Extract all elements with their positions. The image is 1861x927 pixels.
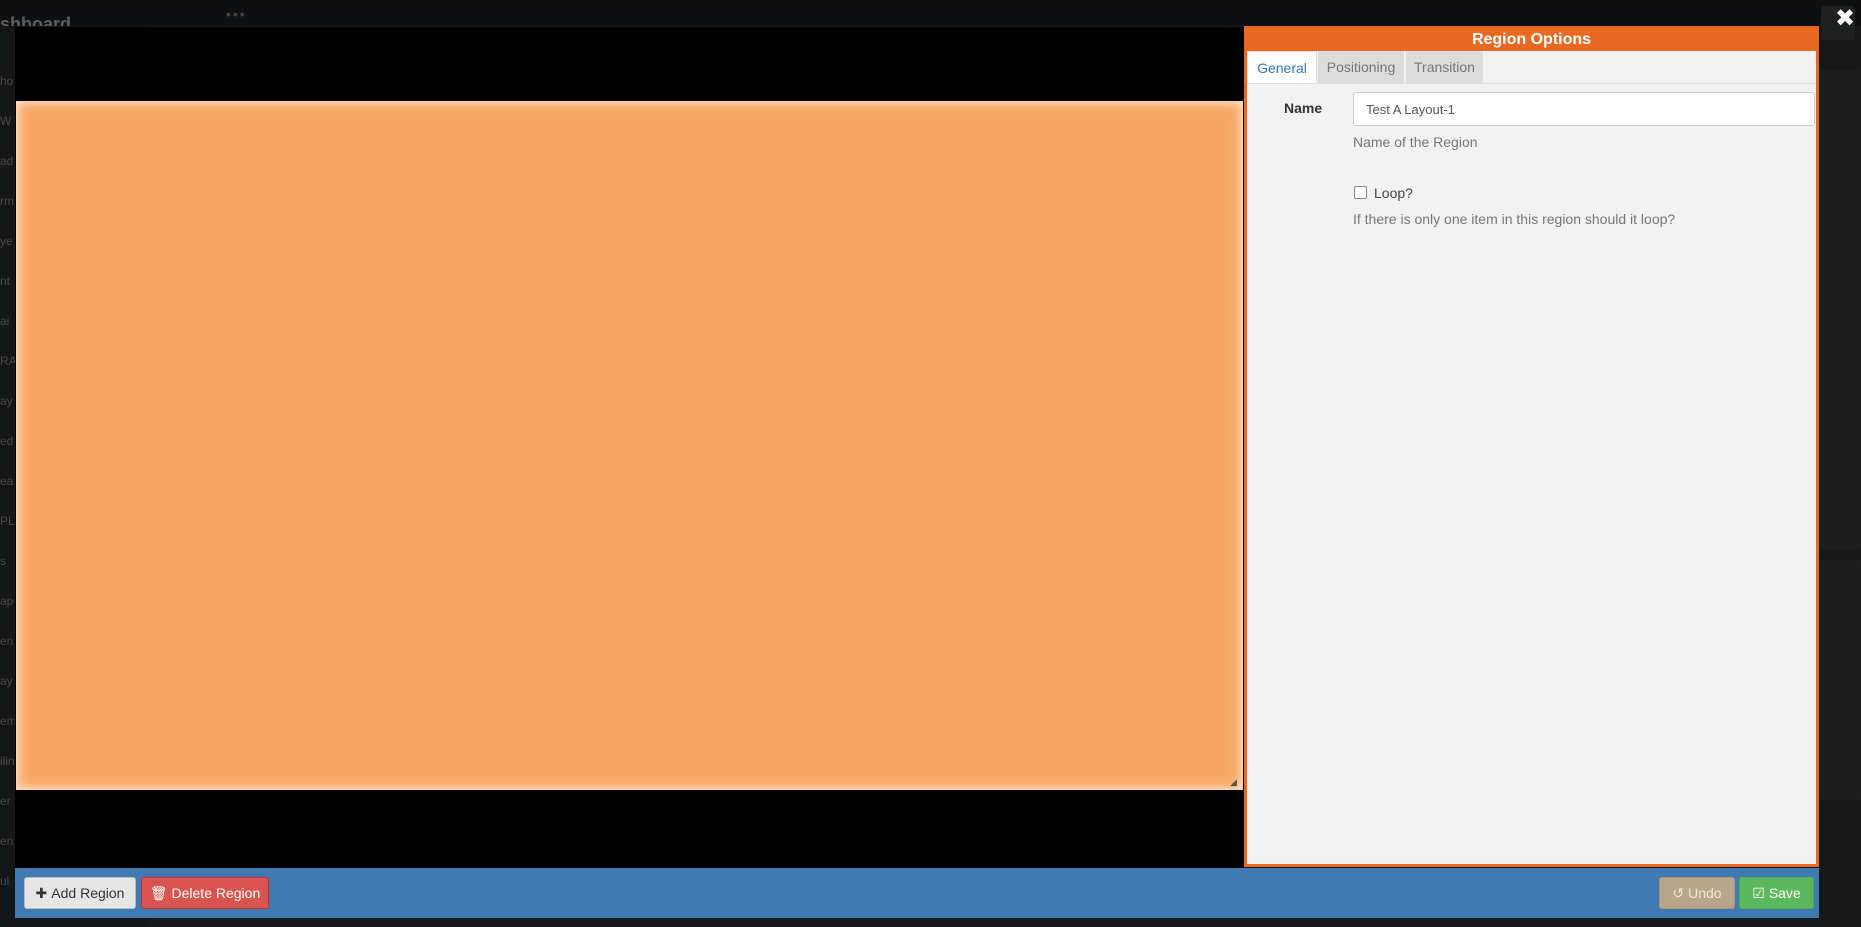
name-input[interactable] [1353,92,1815,126]
save-button[interactable]: ☑ Save [1739,877,1814,909]
undo-button[interactable]: ↺ Undo [1659,877,1735,909]
add-region-button[interactable]: ✚ Add Region [24,877,136,909]
save-label: Save [1768,885,1801,901]
delete-region-label: Delete Region [171,885,261,901]
check-square-icon: ☑ [1752,885,1765,901]
name-label: Name [1284,100,1323,116]
tab-transition[interactable]: Transition [1406,51,1483,83]
panel-title: Region Options [1244,26,1819,51]
delete-region-button[interactable]: 🗑 Delete Region [141,877,269,909]
region-options-panel: Region Options General Positioning Trans… [1244,26,1819,867]
panel-tabs: General Positioning Transition [1247,51,1816,84]
loop-help-text: If there is only one item in this region… [1353,211,1676,227]
editor-toolbar: ✚ Add Region 🗑 Delete Region ↺ Undo ☑ Save [15,868,1819,918]
loop-checkbox[interactable] [1354,186,1367,199]
region-canvas[interactable]: ◢ [16,101,1243,790]
tab-positioning[interactable]: Positioning [1318,51,1404,83]
tab-general[interactable]: General [1247,51,1317,83]
undo-icon: ↺ [1672,885,1685,901]
loop-label[interactable]: Loop? [1374,185,1413,201]
close-icon[interactable]: ✖ [1834,7,1856,31]
add-region-label: Add Region [51,885,125,901]
resize-handle-icon[interactable]: ◢ [1230,778,1238,787]
trash-icon: 🗑 [149,885,168,901]
plus-icon: ✚ [35,885,48,901]
name-help-text: Name of the Region [1353,134,1478,150]
undo-label: Undo [1688,885,1722,901]
